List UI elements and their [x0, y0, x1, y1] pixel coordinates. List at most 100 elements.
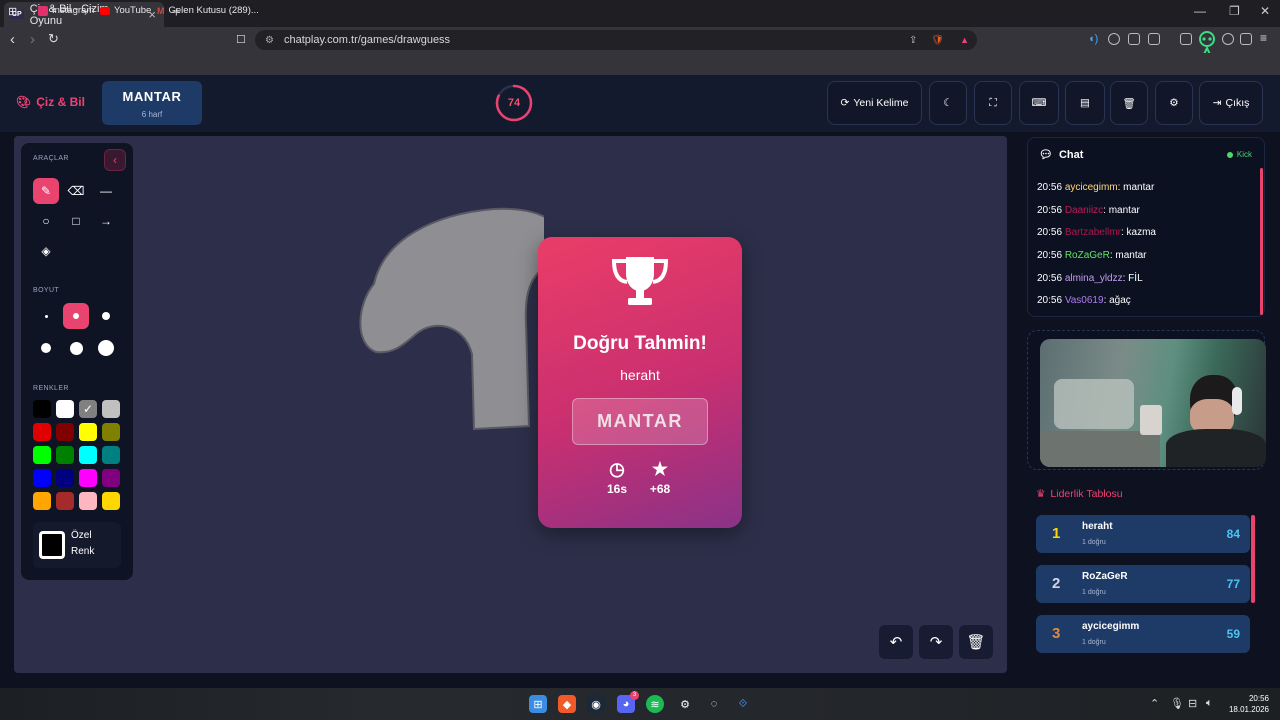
volume-icon[interactable]: 🔈︎: [1206, 697, 1213, 710]
color-swatch[interactable]: [56, 446, 74, 464]
color-swatch[interactable]: [79, 469, 97, 487]
color-swatch[interactable]: [33, 400, 51, 418]
forward-icon[interactable]: ›: [30, 31, 35, 48]
keyboard-button[interactable]: ⌨: [1019, 81, 1059, 125]
fullscreen-button[interactable]: ⛶: [974, 81, 1012, 125]
clear-canvas-button[interactable]: 🗑︎: [959, 625, 993, 659]
size-6[interactable]: [93, 335, 119, 361]
brave-rewards-icon[interactable]: ▲: [960, 35, 969, 45]
audio-icon[interactable]: ◖): [1088, 33, 1098, 45]
expand-icon: ⛶: [989, 96, 997, 109]
size-1[interactable]: [33, 303, 59, 329]
webcam-video: [1040, 339, 1266, 467]
discord-icon[interactable]: ◕ 3: [617, 691, 639, 713]
instagram-icon: [38, 5, 48, 16]
size-5[interactable]: [63, 335, 89, 361]
dark-mode-button[interactable]: ☾: [929, 81, 967, 125]
microphone-icon[interactable]: 🎙︎: [1170, 697, 1184, 710]
color-swatch[interactable]: [33, 446, 51, 464]
network-icon[interactable]: ⊟: [1188, 697, 1197, 710]
tools-heading: ARAÇLAR: [33, 155, 69, 162]
brand[interactable]: 🎨︎ Çiz & Bil: [16, 95, 85, 109]
obs-icon[interactable]: ⚙: [676, 695, 694, 713]
word-length: 6 harf: [141, 110, 163, 119]
undo-button[interactable]: ↶: [879, 625, 913, 659]
rectangle-tool[interactable]: □: [63, 208, 89, 234]
color-swatch[interactable]: [33, 423, 51, 441]
start-icon[interactable]: ⊞: [529, 695, 547, 713]
color-swatch[interactable]: [33, 469, 51, 487]
streamlabs-icon[interactable]: ◌: [705, 695, 723, 713]
color-swatch[interactable]: [56, 492, 74, 510]
line-tool[interactable]: —: [93, 178, 119, 204]
media-icon[interactable]: [1148, 33, 1160, 45]
clear-button[interactable]: 🗑︎: [1110, 81, 1148, 125]
color-swatch[interactable]: [102, 400, 120, 418]
bookmark-youtube[interactable]: YouTube: [100, 5, 151, 16]
share-icon[interactable]: ⇪: [909, 35, 917, 46]
chat-scrollbar[interactable]: [1260, 168, 1263, 315]
color-swatch[interactable]: [56, 423, 74, 441]
archive-button[interactable]: ▤: [1065, 81, 1105, 125]
bookmark-icon[interactable]: ☐: [236, 33, 246, 46]
color-swatch[interactable]: [33, 492, 51, 510]
star-icon: ★: [651, 459, 669, 479]
address-bar[interactable]: ⚙ chatplay.com.tr/games/drawguess ⇪ 🛡 ▲: [255, 30, 977, 50]
brave-icon[interactable]: ◆: [558, 695, 576, 713]
circle-icon: ○: [42, 214, 50, 228]
color-swatch[interactable]: [79, 492, 97, 510]
circle-tool[interactable]: ○: [33, 208, 59, 234]
bookmark-instagram[interactable]: Instagram: [38, 5, 94, 16]
spotify-icon[interactable]: ≋: [646, 695, 664, 713]
color-swatch[interactable]: [102, 446, 120, 464]
app-icon[interactable]: ⟐: [734, 695, 752, 713]
color-swatch[interactable]: [79, 423, 97, 441]
settings-button[interactable]: ⚙: [1155, 81, 1193, 125]
extension-icon[interactable]: [1108, 33, 1120, 45]
apps-grid-icon[interactable]: ⊞: [8, 5, 17, 18]
minimize-window-icon[interactable]: —: [1194, 4, 1206, 18]
round-timer: 74: [495, 84, 533, 122]
comments-icon: 💬︎: [1039, 149, 1053, 161]
vpn-icon[interactable]: [1240, 33, 1252, 45]
size-2[interactable]: [63, 303, 89, 329]
gear-icon: ⚙: [1169, 97, 1179, 109]
color-swatch[interactable]: [79, 446, 97, 464]
color-swatch[interactable]: [56, 400, 74, 418]
brave-shield-icon[interactable]: 🛡: [931, 35, 944, 46]
color-swatch[interactable]: [102, 469, 120, 487]
tray-chevron-icon[interactable]: ⌃: [1150, 697, 1159, 710]
youtube-icon: [100, 6, 110, 15]
close-window-icon[interactable]: ✕: [1260, 4, 1270, 18]
arrow-tool[interactable]: →: [93, 208, 119, 234]
color-swatch[interactable]: [102, 423, 120, 441]
timer-value: 74: [507, 97, 521, 109]
bookmark-gmail[interactable]: M Gelen Kutusu (289)...: [157, 5, 259, 16]
leaderboard-title: ♛ Liderlik Tablosu: [1036, 488, 1123, 500]
extensions-puzzle-icon[interactable]: [1128, 33, 1140, 45]
redo-button[interactable]: ↷: [919, 625, 953, 659]
color-swatch[interactable]: [56, 469, 74, 487]
maximize-window-icon[interactable]: ❐: [1229, 4, 1240, 18]
site-settings-icon[interactable]: ⚙: [265, 35, 274, 46]
eraser-tool[interactable]: ⌫: [63, 178, 89, 204]
exit-button[interactable]: ⇥ Çıkış: [1199, 81, 1263, 125]
collapse-panel-button[interactable]: ‹: [104, 149, 126, 171]
color-swatch[interactable]: ✓: [79, 400, 97, 418]
custom-color-button[interactable]: Özel Renk: [33, 522, 121, 568]
color-swatch[interactable]: [102, 492, 120, 510]
brush-tool[interactable]: ✎: [33, 178, 59, 204]
size-4[interactable]: [33, 335, 59, 361]
size-3[interactable]: [93, 303, 119, 329]
sidebar-icon[interactable]: [1180, 33, 1192, 45]
system-clock[interactable]: 20:56 18.01.2026: [1225, 693, 1269, 715]
fill-tool[interactable]: ◈: [33, 238, 59, 264]
leaderboard-scrollbar[interactable]: [1251, 515, 1255, 603]
menu-icon[interactable]: ≡: [1260, 31, 1267, 45]
ai-icon[interactable]: [1222, 33, 1234, 45]
new-word-button[interactable]: ⟳ Yeni Kelime: [827, 81, 922, 125]
custom-color-preview: [39, 531, 65, 559]
steam-icon[interactable]: ◉: [587, 695, 605, 713]
reload-icon[interactable]: ↻: [48, 31, 59, 47]
back-icon[interactable]: ‹: [10, 31, 15, 48]
